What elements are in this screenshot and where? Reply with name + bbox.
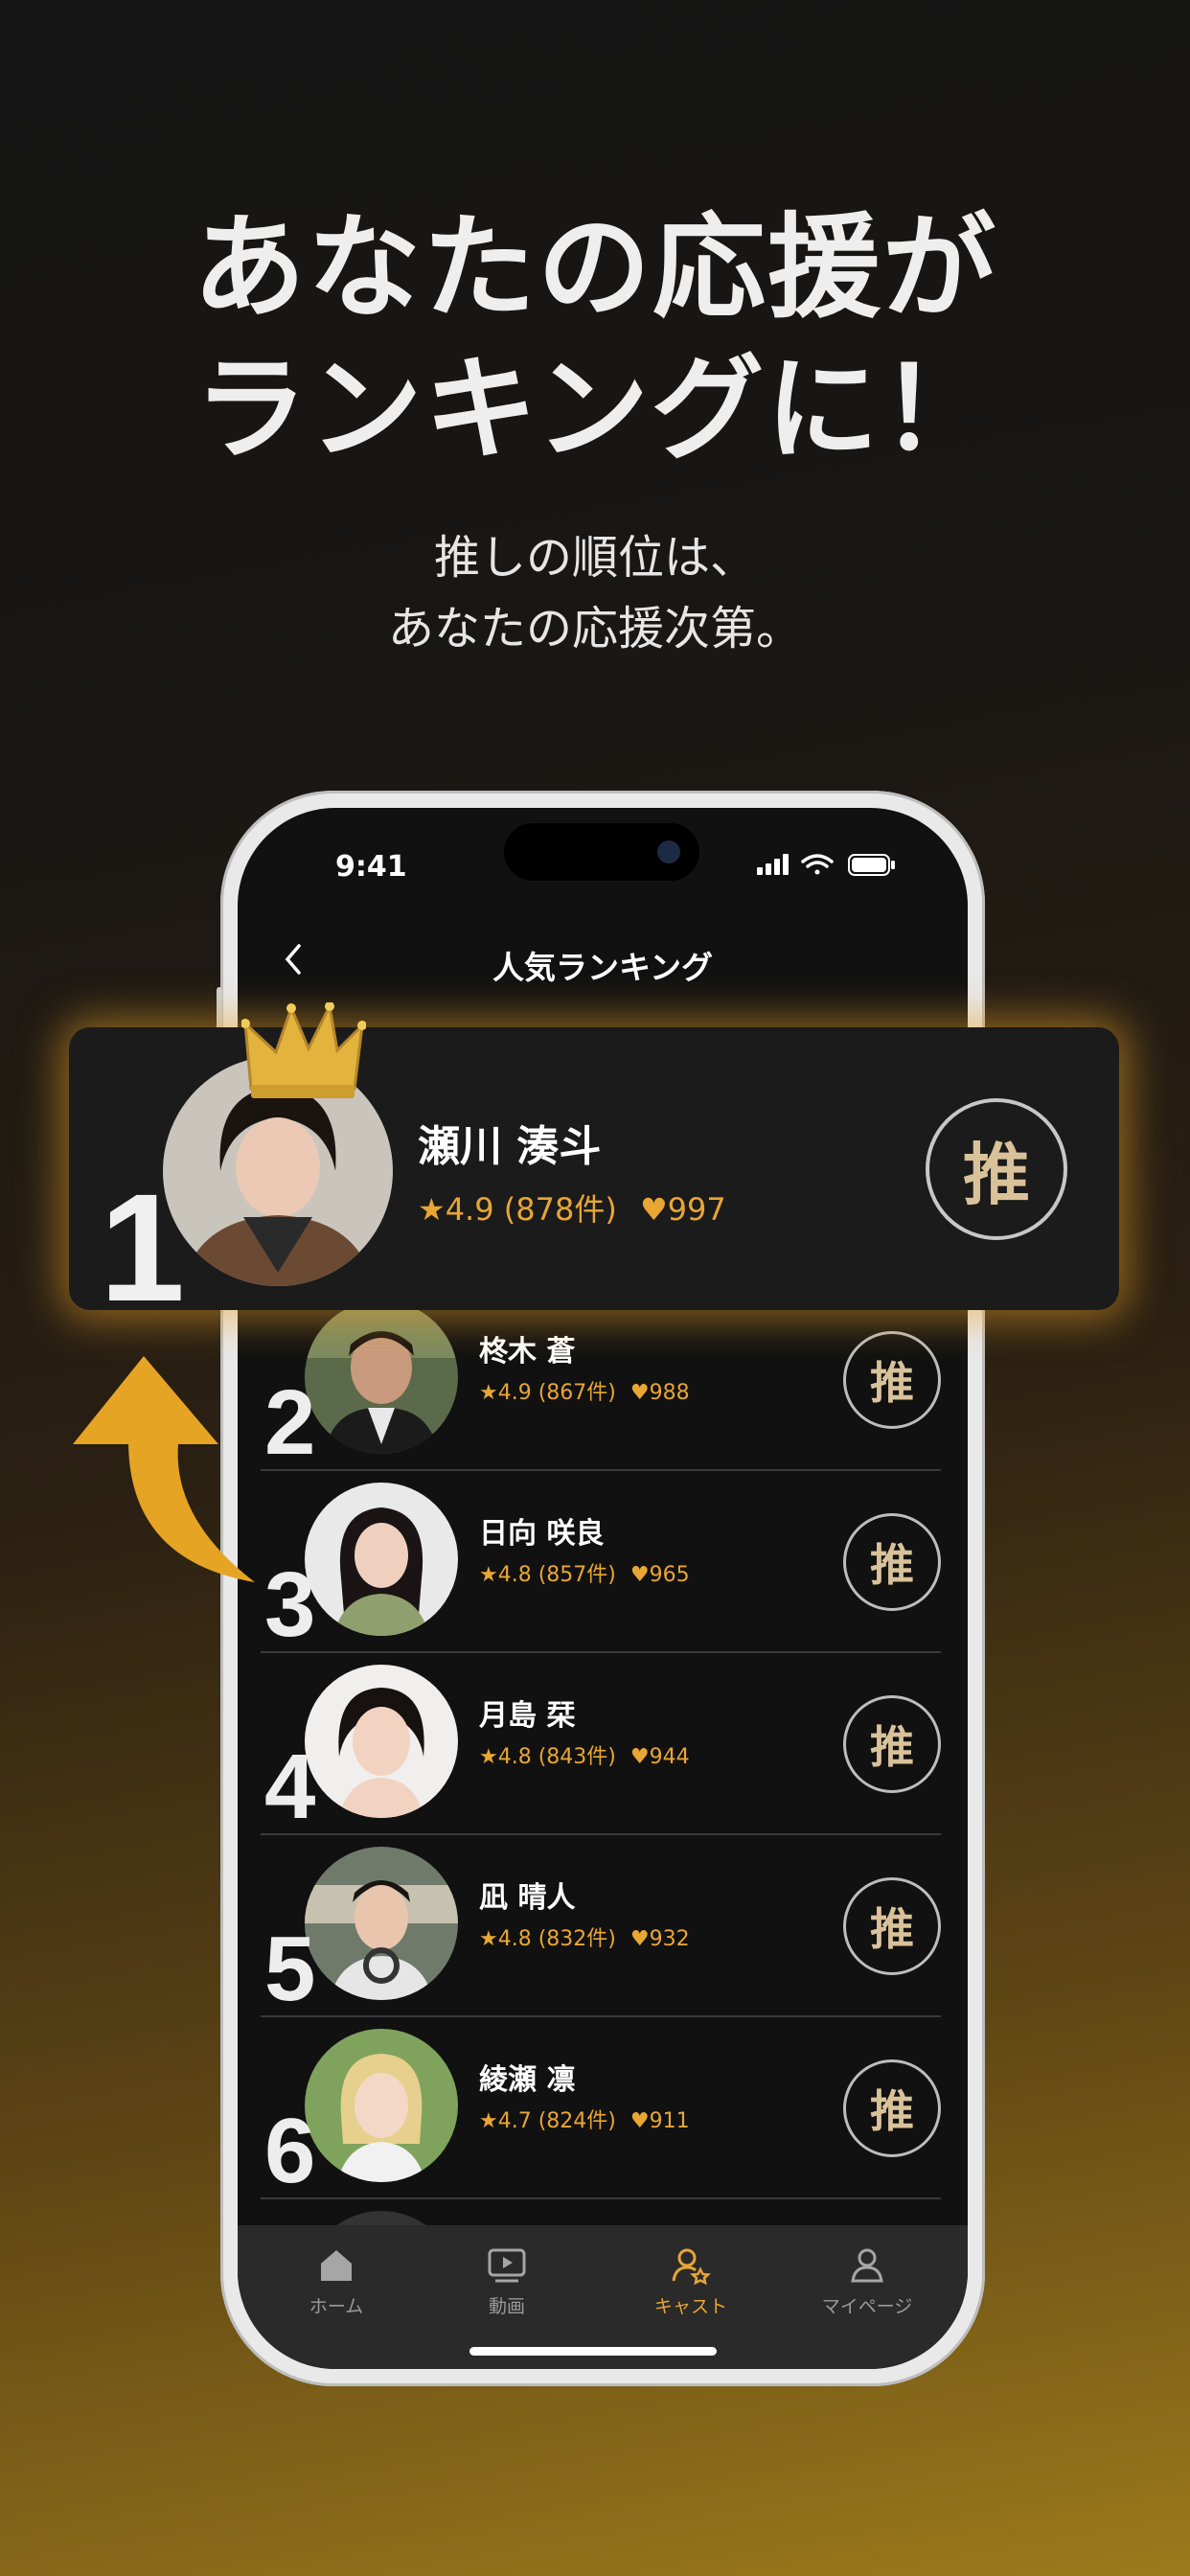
tab-label: 動画 [488,2296,525,2317]
likes-count: 911 [649,2109,690,2133]
ranking-row-3[interactable]: 3 日向 咲良 ★4.8 (857件) ♥965 推 [261,1469,941,1653]
rating-text: 4.8 (843件) [497,1745,616,1769]
tab-label: ホーム [309,2296,364,2317]
rank-number: 2 [264,1371,316,1474]
cast-name: 月島 栞 [479,1699,576,1733]
cast-stats: ★4.8 (843件) ♥944 [479,1739,690,1770]
ranking-row-6[interactable]: 6 綾瀬 凛 ★4.7 (824件) ♥911 推 [261,2015,941,2199]
heart-icon: ♥ [629,1381,650,1405]
home-indicator [469,2347,717,2356]
ranking-row-5[interactable]: 5 凪 晴人 ★4.8 (832件) ♥932 推 [261,1833,941,2017]
tab-home[interactable]: ホーム [264,2244,408,2318]
video-icon [488,2248,526,2283]
push-button[interactable]: 推 [843,1877,941,1975]
cast-name: 瀬川 湊斗 [418,1122,602,1171]
headline-line-1: あなたの応援が [192,201,997,334]
push-button[interactable]: 推 [843,2059,941,2157]
push-button[interactable]: 推 [843,1513,941,1611]
tab-cast[interactable]: キャスト [619,2244,763,2318]
rating-text: 4.8 (857件) [497,1563,616,1587]
star-icon: ★ [479,1381,498,1405]
cast-stats: ★4.8 (857件) ♥965 [479,1557,690,1588]
likes-count: 932 [649,1927,690,1951]
star-icon: ★ [479,2109,498,2133]
rank-number: 3 [264,1553,316,1656]
subline: 推しの順位は、 あなたの応援次第。 [0,522,1190,664]
up-arrow-icon [73,1356,255,1582]
avatar [305,1483,458,1636]
rating-text: 4.7 (824件) [497,2109,616,2133]
featured-rank-card[interactable]: 1 瀬川 湊斗 ★4.9 (878件) ♥997 推 [69,1002,1119,1324]
headline-line-2: ランキングに！ [194,343,996,475]
tab-label: マイページ [821,2296,913,2317]
status-time: 9:41 [335,850,407,884]
dynamic-island [504,823,699,881]
tab-label: キャスト [653,2296,727,2317]
battery-icon [848,854,895,876]
star-icon: ★ [479,1745,498,1769]
subline-line-1: 推しの順位は、 [433,531,756,585]
rank-number: 1 [100,1162,185,1333]
tab-bar: ホーム 動画 キャスト マイページ [238,2225,968,2369]
avatar [305,1300,458,1454]
ranking-row-4[interactable]: 4 月島 栞 ★4.8 (843件) ♥944 推 [261,1651,941,1835]
nav-title: 人気ランキング [492,949,713,986]
star-icon: ★ [418,1191,446,1228]
signal-icon [757,854,789,875]
likes-count: 988 [649,1381,690,1405]
subline-line-2: あなたの応援次第。 [387,602,802,656]
avatar [305,1665,458,1818]
heart-icon: ♥ [629,2109,650,2133]
wifi-icon [801,854,834,875]
heart-icon: ♥ [629,1927,650,1951]
push-button[interactable]: 推 [926,1098,1067,1240]
rating-text: 4.8 (832件) [497,1927,616,1951]
home-icon [321,2250,352,2281]
status-icons [757,854,895,876]
avatar [305,1847,458,2000]
cast-name: 凪 晴人 [479,1881,576,1915]
rank-number: 4 [264,1736,316,1838]
cast-stats: ★4.9 (878件) ♥997 [418,1185,726,1230]
cast-stats: ★4.9 (867件) ♥988 [479,1375,690,1406]
cast-name: 柊木 蒼 [479,1335,576,1368]
headline: あなたの応援が ランキングに！ [0,196,1190,480]
tab-mypage[interactable]: マイページ [795,2244,939,2318]
cast-name: 綾瀬 凛 [479,2063,576,2097]
cast-stats: ★4.8 (832件) ♥932 [479,1921,690,1952]
heart-icon: ♥ [629,1745,650,1769]
likes-count: 965 [649,1563,690,1587]
person-icon [851,2248,883,2283]
tab-video[interactable]: 動画 [435,2244,579,2318]
camera-icon [657,840,680,863]
rating-text: 4.9 (867件) [497,1381,616,1405]
cast-icon [672,2248,712,2286]
rating-text: 4.9 (878件) [445,1191,617,1228]
push-button[interactable]: 推 [843,1331,941,1429]
likes-count: 997 [667,1191,726,1228]
star-icon: ★ [479,1563,498,1587]
rank-number: 5 [264,1918,316,2020]
star-icon: ★ [479,1927,498,1951]
heart-icon: ♥ [629,1563,650,1587]
avatar [305,2029,458,2182]
crown-icon [241,1002,366,1098]
heart-icon: ♥ [639,1191,668,1228]
ranking-row-2[interactable]: 2 柊木 蒼 ★4.9 (867件) ♥988 推 [261,1287,941,1471]
cast-name: 日向 咲良 [479,1517,605,1551]
likes-count: 944 [649,1745,690,1769]
cast-stats: ★4.7 (824件) ♥911 [479,2104,690,2134]
push-button[interactable]: 推 [843,1695,941,1793]
rank-number: 6 [264,2100,316,2202]
